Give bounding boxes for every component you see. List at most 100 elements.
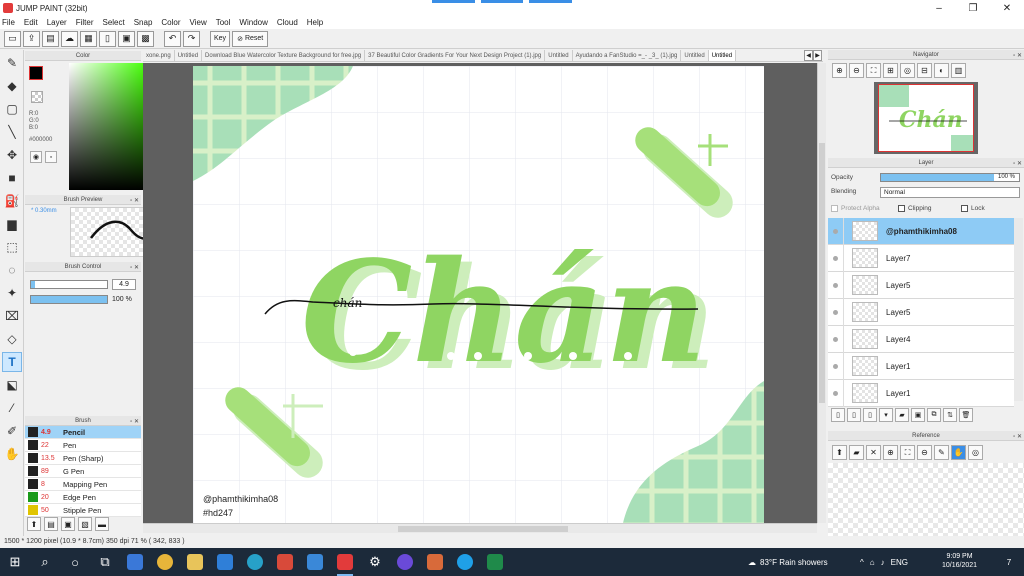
protect-alpha-checkbox[interactable]: Protect Alpha [831, 205, 880, 212]
redo-icon[interactable]: ↷ [183, 30, 200, 47]
menu-select[interactable]: Select [102, 18, 124, 27]
new-canvas-icon[interactable]: ▭ [4, 30, 21, 47]
layer-move-icon[interactable]: ⇅ [943, 408, 957, 422]
clipping-checkbox[interactable]: Clipping [898, 205, 932, 212]
volume-icon[interactable]: ♪ [881, 558, 885, 567]
text-tool-icon[interactable]: T [2, 352, 22, 372]
zoom-in-icon[interactable]: ⊕ [832, 63, 847, 78]
layer-visibility-icon[interactable] [828, 325, 844, 353]
color-wheel-icon[interactable]: ◉ [30, 151, 42, 163]
settings-icon[interactable]: ⚙ [360, 548, 390, 576]
pen-app-icon[interactable] [270, 548, 300, 576]
reference-add-icon[interactable]: ⬆ [832, 445, 847, 460]
fill-rect-tool-icon[interactable]: ■ [2, 168, 22, 188]
reference-canvas[interactable] [828, 463, 1024, 536]
select-pen-tool-icon[interactable]: ⌧ [2, 306, 22, 326]
menu-cloud[interactable]: Cloud [277, 18, 298, 27]
select-tool-icon[interactable]: ⬚ [2, 237, 22, 257]
reference-open-icon[interactable]: ▰ [849, 445, 864, 460]
close-button[interactable]: ✕ [990, 0, 1024, 16]
layer-row[interactable]: Layer7 [828, 244, 1014, 272]
new-layer-8bit-icon[interactable]: ▯ [847, 408, 861, 422]
pen-tool-icon[interactable]: ✎ [2, 53, 22, 73]
new-layer-icon[interactable]: ▯ [831, 408, 845, 422]
bucket-tool-icon[interactable]: ⛽ [2, 191, 22, 211]
foreground-color-swatch[interactable] [29, 66, 43, 80]
flip-icon[interactable]: ⊟ [917, 63, 932, 78]
zoom-out-icon[interactable]: ⊖ [849, 63, 864, 78]
tab-scroll-left-icon[interactable]: ◀ [804, 50, 813, 61]
cortana-icon[interactable]: ○ [60, 548, 90, 576]
layer-row[interactable]: Layer5 [828, 298, 1014, 326]
layer-visibility-icon[interactable] [828, 271, 844, 299]
tab-scroll-right-icon[interactable]: ▶ [813, 50, 822, 61]
input-language[interactable]: ENG [891, 558, 908, 567]
minimize-button[interactable]: – [922, 0, 956, 16]
menu-view[interactable]: View [190, 18, 207, 27]
layer-visibility-icon[interactable] [828, 217, 844, 245]
reset-button[interactable]: ⊘ Reset [232, 30, 269, 47]
lasso-tool-icon[interactable]: ◌ [2, 260, 22, 280]
edge-icon[interactable] [240, 548, 270, 576]
tab-document[interactable]: 37 Beautiful Color Gradients For Your Ne… [365, 50, 546, 61]
tab-document[interactable]: Download Blue Watercolor Texture Backgro… [202, 50, 366, 61]
tab-document[interactable]: Untitled [175, 50, 203, 61]
new-layer-1bit-icon[interactable]: ▯ [863, 408, 877, 422]
layer-visibility-icon[interactable] [828, 244, 844, 272]
undo-icon[interactable]: ↶ [164, 30, 181, 47]
layer-visibility-icon[interactable] [828, 379, 844, 407]
fit-screen-icon[interactable]: ⛶ [866, 63, 881, 78]
reference-zoom-out-icon[interactable]: ⊖ [917, 445, 932, 460]
menu-help[interactable]: Help [307, 18, 323, 27]
layer-row[interactable]: Layer1 [828, 379, 1014, 407]
excel-icon[interactable] [480, 548, 510, 576]
layer-merge-icon[interactable]: ⧉ [927, 408, 941, 422]
shape-tool-icon[interactable]: ▢ [2, 99, 22, 119]
menu-layer[interactable]: Layer [47, 18, 67, 27]
brush-item[interactable]: 20 Edge Pen [25, 491, 141, 504]
menu-filter[interactable]: Filter [76, 18, 94, 27]
select-eraser-tool-icon[interactable]: ◇ [2, 329, 22, 349]
layer-type-dropdown-icon[interactable]: ▾ [879, 408, 893, 422]
menu-file[interactable]: File [2, 18, 15, 27]
artwork-canvas[interactable]: Chán Chán chán @phamthikimha08 #hd247 [193, 66, 764, 523]
brush-size-slider[interactable] [30, 280, 108, 289]
layer-visibility-icon[interactable] [828, 352, 844, 380]
actual-size-icon[interactable]: ⊞ [883, 63, 898, 78]
reference-hand-icon[interactable]: ✋ [951, 445, 966, 460]
layer-row[interactable]: Layer4 [828, 325, 1014, 353]
network-icon[interactable]: ⌂ [870, 558, 875, 567]
menu-edit[interactable]: Edit [24, 18, 38, 27]
add-brush-icon[interactable]: ⬆ [27, 517, 41, 531]
brush-item[interactable]: 8 Mapping Pen [25, 478, 141, 491]
reference-pen-icon[interactable]: ✎ [934, 445, 949, 460]
navigator-thumbnail[interactable]: Chán [874, 82, 978, 154]
start-button[interactable]: ⊞ [0, 548, 30, 576]
teams-icon[interactable] [420, 548, 450, 576]
skype-icon[interactable] [450, 548, 480, 576]
vertical-scrollbar[interactable] [817, 63, 826, 523]
line-tool-icon[interactable]: ╲ [2, 122, 22, 142]
lock-checkbox[interactable]: Lock [961, 205, 985, 212]
layer-row[interactable]: @phamthikimha08 [828, 217, 1014, 245]
gradient-tool-icon[interactable]: ▆ [2, 214, 22, 234]
layer-settings-icon[interactable]: ▣ [118, 30, 135, 47]
tray-chevron-icon[interactable]: ^ [860, 558, 864, 567]
canvas-viewport[interactable]: Chán Chán chán @phamthikimha08 #hd247 [143, 63, 817, 523]
color-history-icon[interactable]: ▫ [45, 151, 57, 163]
tab-document[interactable]: Untitled [545, 50, 573, 61]
brush-item[interactable]: 4.9 Pencil [25, 426, 141, 439]
brush-opacity-slider[interactable] [30, 295, 108, 304]
task-view-icon[interactable]: ⧉ [90, 548, 120, 576]
rotate-reset-icon[interactable]: ◎ [900, 63, 915, 78]
transparent-color-swatch[interactable] [31, 91, 43, 103]
operation-tool-icon[interactable]: ⬕ [2, 375, 22, 395]
menu-snap[interactable]: Snap [134, 18, 153, 27]
rotate-right-icon[interactable]: ◐ [934, 63, 949, 78]
document-icon[interactable]: ▯ [99, 30, 116, 47]
layer-row[interactable]: Layer1 [828, 352, 1014, 380]
move-tool-icon[interactable]: ✥ [2, 145, 22, 165]
jump-paint-taskbar-icon[interactable] [330, 548, 360, 576]
brush-settings-icon[interactable]: ▧ [78, 517, 92, 531]
blending-select[interactable]: Normal [880, 187, 1020, 198]
